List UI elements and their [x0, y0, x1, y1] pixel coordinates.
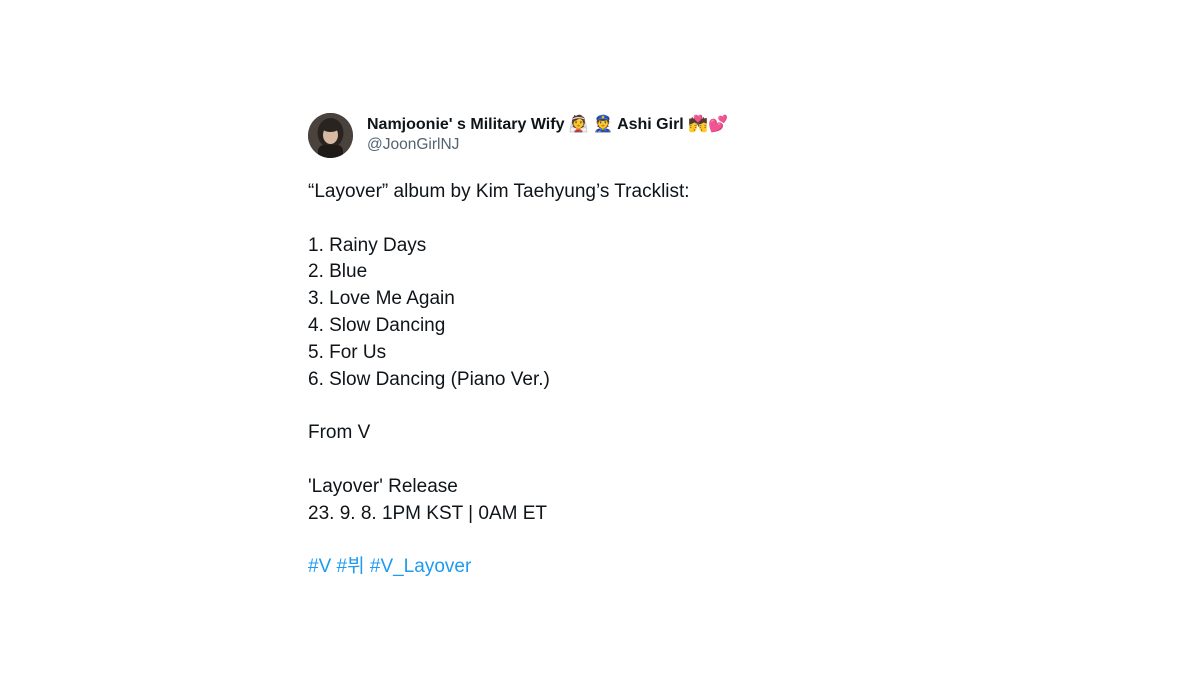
release-title: 'Layover' Release: [308, 475, 458, 497]
hashtag-link[interactable]: #뷔: [337, 556, 365, 577]
hashtag-link[interactable]: #V_Layover: [370, 556, 471, 577]
track-item: 1. Rainy Days: [308, 234, 427, 256]
track-item: 2. Blue: [308, 261, 368, 283]
track-item: 6. Slow Dancing (Piano Ver.): [308, 368, 550, 390]
profile-photo-icon: [308, 112, 353, 158]
track-item: 5. For Us: [308, 341, 387, 363]
track-item: 3. Love Me Again: [308, 288, 455, 310]
avatar[interactable]: [308, 112, 353, 158]
tweet-card: Namjoonie' s Military Wify 👰 👮 Ashi Girl…: [308, 111, 868, 581]
tweet-text: “Layover” album by Kim Taehyung’s Trackl…: [308, 179, 868, 581]
author-handle[interactable]: @JoonGirlNJ: [367, 135, 728, 155]
tweet-intro: “Layover” album by Kim Taehyung’s Trackl…: [308, 181, 690, 202]
track-item: 4. Slow Dancing: [308, 314, 446, 336]
author-display-name[interactable]: Namjoonie' s Military Wify 👰 👮 Ashi Girl…: [367, 115, 728, 135]
author-names: Namjoonie' s Military Wify 👰 👮 Ashi Girl…: [367, 115, 728, 155]
from-line: From V: [308, 422, 371, 444]
release-time: 23. 9. 8. 1PM KST | 0AM ET: [308, 502, 548, 524]
tweet-header: Namjoonie' s Military Wify 👰 👮 Ashi Girl…: [308, 111, 868, 159]
hashtag-link[interactable]: #V: [308, 556, 331, 577]
hashtag-line: #V #뷔 #V_Layover: [308, 554, 868, 581]
